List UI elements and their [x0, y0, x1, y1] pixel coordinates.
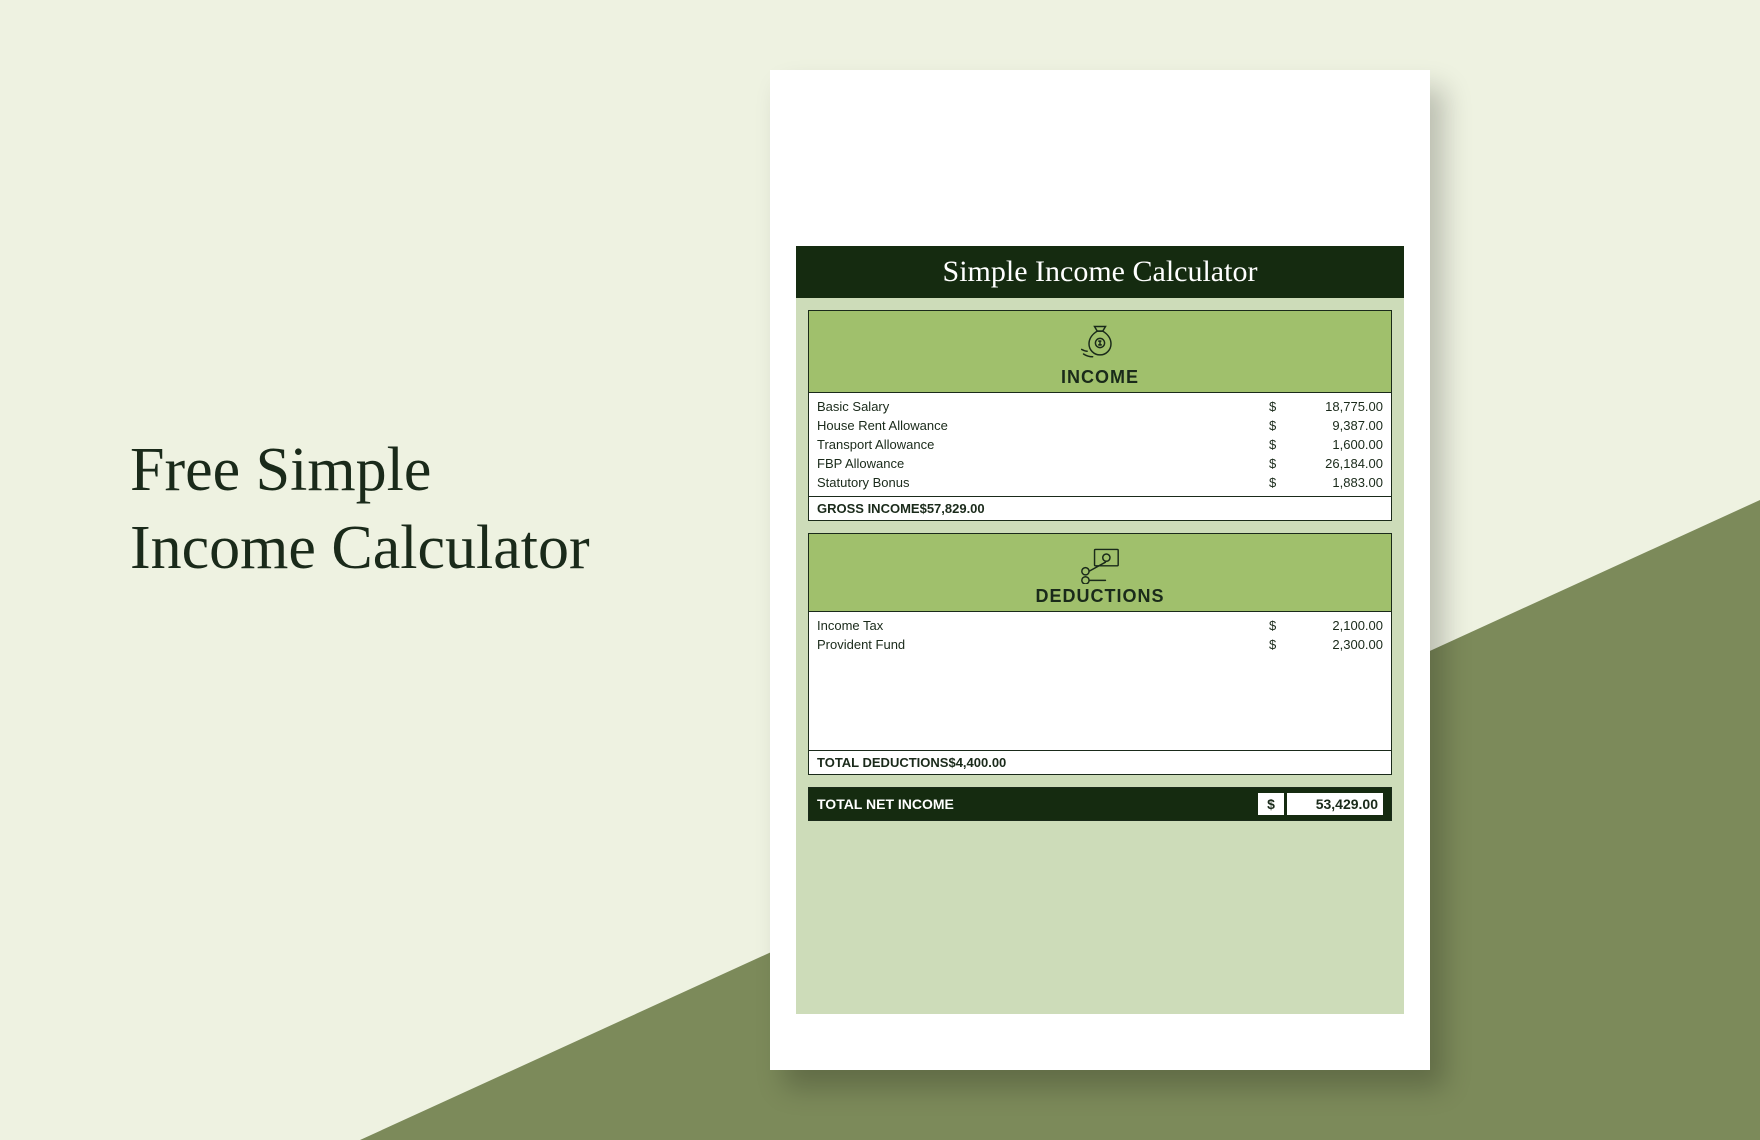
income-section: INCOME Basic Salary$18,775.00 House Rent… [808, 310, 1392, 521]
title-line-1: Free Simple [130, 436, 431, 504]
deductions-header: DEDUCTIONS [808, 533, 1392, 612]
table-row: Basic Salary$18,775.00 [809, 397, 1391, 416]
row-currency: $ [1269, 399, 1291, 414]
net-value: 53,429.00 [1287, 793, 1383, 815]
total-currency: $ [948, 755, 955, 770]
row-currency: $ [1269, 456, 1291, 471]
deductions-label: DEDUCTIONS [809, 586, 1391, 607]
row-value: 18,775.00 [1291, 399, 1383, 414]
row-label: Transport Allowance [817, 437, 1269, 452]
income-rows: Basic Salary$18,775.00 House Rent Allowa… [809, 393, 1391, 496]
row-value: 1,883.00 [1291, 475, 1383, 490]
total-currency: $ [920, 501, 927, 516]
row-label: Provident Fund [817, 637, 1269, 652]
table-row: Transport Allowance$1,600.00 [809, 435, 1391, 454]
total-value: 57,829.00 [927, 501, 985, 516]
page-title: Free Simple Income Calculator [130, 432, 590, 587]
money-bag-icon [1078, 321, 1122, 365]
row-currency: $ [1269, 618, 1291, 633]
row-currency: $ [1269, 637, 1291, 652]
deductions-box: Income Tax$2,100.00 Provident Fund$2,300… [808, 612, 1392, 775]
document-sheet: Simple Income Calculator INCOME Basic Sa… [770, 70, 1430, 1070]
row-label: FBP Allowance [817, 456, 1269, 471]
table-row: Provident Fund$2,300.00 [809, 635, 1391, 654]
row-currency: $ [1269, 475, 1291, 490]
row-label: Income Tax [817, 618, 1269, 633]
net-currency: $ [1258, 793, 1284, 815]
table-row: Statutory Bonus$1,883.00 [809, 473, 1391, 492]
total-label: TOTAL DEDUCTIONS [817, 755, 948, 770]
table-row: FBP Allowance$26,184.00 [809, 454, 1391, 473]
row-currency: $ [1269, 437, 1291, 452]
income-box: Basic Salary$18,775.00 House Rent Allowa… [808, 393, 1392, 521]
row-value: 9,387.00 [1291, 418, 1383, 433]
row-value: 26,184.00 [1291, 456, 1383, 471]
net-income-bar: TOTAL NET INCOME $ 53,429.00 [808, 787, 1392, 821]
row-value: 2,100.00 [1291, 618, 1383, 633]
row-label: Basic Salary [817, 399, 1269, 414]
total-label: GROSS INCOME [817, 501, 920, 516]
deductions-total: TOTAL DEDUCTIONS$4,400.00 [809, 750, 1391, 774]
row-currency: $ [1269, 418, 1291, 433]
total-value: 4,400.00 [956, 755, 1007, 770]
row-label: House Rent Allowance [817, 418, 1269, 433]
net-label: TOTAL NET INCOME [817, 796, 1258, 812]
income-total: GROSS INCOME$57,829.00 [809, 496, 1391, 520]
income-label: INCOME [809, 367, 1391, 388]
income-header: INCOME [808, 310, 1392, 393]
title-line-2: Income Calculator [130, 514, 590, 582]
row-value: 2,300.00 [1291, 637, 1383, 652]
scissors-money-icon [1076, 544, 1124, 584]
row-label: Statutory Bonus [817, 475, 1269, 490]
deductions-section: DEDUCTIONS Income Tax$2,100.00 Provident… [808, 533, 1392, 775]
deductions-rows: Income Tax$2,100.00 Provident Fund$2,300… [809, 612, 1391, 750]
calculator-panel: Simple Income Calculator INCOME Basic Sa… [796, 246, 1404, 1014]
row-value: 1,600.00 [1291, 437, 1383, 452]
table-row: Income Tax$2,100.00 [809, 616, 1391, 635]
table-row: House Rent Allowance$9,387.00 [809, 416, 1391, 435]
sheet-title: Simple Income Calculator [796, 246, 1404, 298]
